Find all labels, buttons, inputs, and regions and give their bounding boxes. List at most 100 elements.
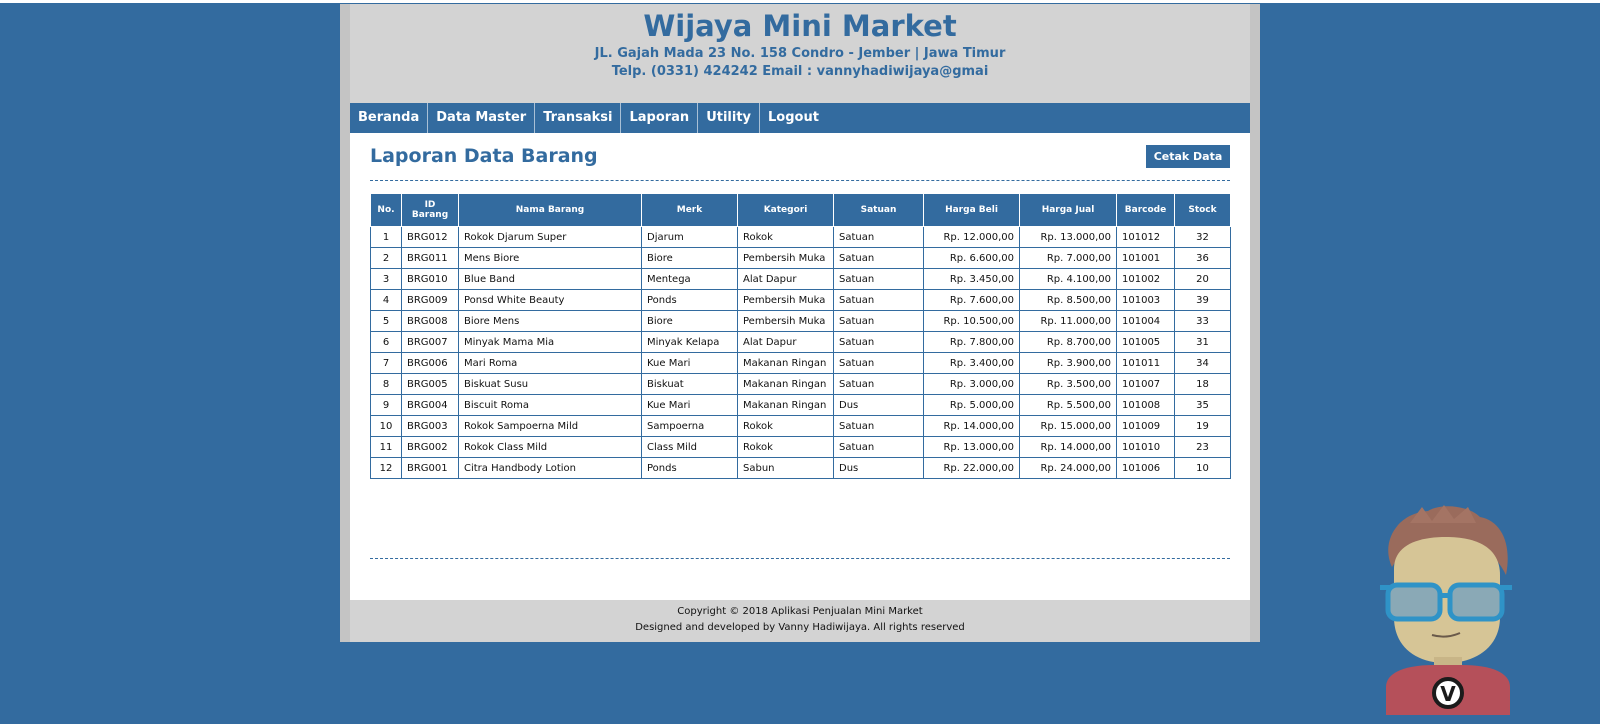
- site-contact: Telp. (0331) 424242 Email : vannyhadiwij…: [611, 64, 989, 79]
- cell-stock: 23: [1174, 436, 1231, 458]
- cell-kategori: Pembersih Muka: [737, 289, 834, 311]
- print-button[interactable]: Cetak Data: [1146, 145, 1230, 168]
- cell-satuan: Satuan: [833, 415, 924, 437]
- items-table: No. ID Barang Nama Barang Merk Kategori …: [370, 193, 1231, 479]
- cell-satuan: Satuan: [833, 331, 924, 353]
- cell-harga-beli: Rp. 3.400,00: [923, 352, 1020, 374]
- divider-bottom: [370, 558, 1230, 559]
- page-wrapper: Wijaya Mini Market JL. Gajah Mada 23 No.…: [340, 4, 1260, 642]
- table-row: 11 BRG002 Rokok Class Mild Class Mild Rokok S…: [370, 436, 1231, 458]
- cell-nama-barang: Citra Handbody Lotion: [458, 457, 642, 479]
- table-row: 5 BRG008 Biore Mens Biore Pembersih Muka Satu…: [370, 310, 1231, 332]
- cell-barcode: 101009: [1116, 415, 1175, 437]
- cell-merk: Biore: [641, 247, 738, 269]
- cell-id-barang: BRG012: [401, 226, 459, 248]
- cell-stock: 34: [1174, 352, 1231, 374]
- page-container: Wijaya Mini Market JL. Gajah Mada 23 No.…: [350, 4, 1250, 642]
- site-address: JL. Gajah Mada 23 No. 158 Condro - Jembe…: [594, 46, 1006, 61]
- cell-harga-beli: Rp. 10.500,00: [923, 310, 1020, 332]
- cell-nama-barang: Biore Mens: [458, 310, 642, 332]
- top-strip: [0, 0, 1600, 3]
- cell-nama-barang: Biskuat Susu: [458, 373, 642, 395]
- cell-kategori: Makanan Ringan: [737, 394, 834, 416]
- cell-harga-beli: Rp. 5.000,00: [923, 394, 1020, 416]
- mascot-avatar: V: [1380, 505, 1512, 715]
- table-body: 1 BRG012 Rokok Djarum Super Djarum Rokok Satu…: [370, 226, 1231, 479]
- mascot-badge-letter: V: [1440, 682, 1456, 706]
- divider-top: [370, 180, 1230, 181]
- cell-no: 1: [370, 226, 402, 248]
- cell-harga-beli: Rp. 7.600,00: [923, 289, 1020, 311]
- footer-credits: Designed and developed by Vanny Hadiwija…: [635, 622, 965, 633]
- nav-data-master[interactable]: Data Master: [428, 103, 536, 133]
- cell-harga-beli: Rp. 3.000,00: [923, 373, 1020, 395]
- cell-barcode: 101006: [1116, 457, 1175, 479]
- cell-barcode: 101008: [1116, 394, 1175, 416]
- cell-satuan: Satuan: [833, 310, 924, 332]
- cell-stock: 32: [1174, 226, 1231, 248]
- cell-id-barang: BRG006: [401, 352, 459, 374]
- col-header-satuan: Satuan: [833, 193, 924, 227]
- cell-kategori: Sabun: [737, 457, 834, 479]
- nav-transaksi[interactable]: Transaksi: [535, 103, 622, 133]
- col-header-harga-jual: Harga Jual: [1019, 193, 1117, 227]
- cell-nama-barang: Rokok Sampoerna Mild: [458, 415, 642, 437]
- cell-barcode: 101012: [1116, 226, 1175, 248]
- cell-merk: Biskuat: [641, 373, 738, 395]
- cell-id-barang: BRG011: [401, 247, 459, 269]
- col-header-harga-beli: Harga Beli: [923, 193, 1020, 227]
- cell-kategori: Rokok: [737, 436, 834, 458]
- col-header-id-barang: ID Barang: [401, 193, 459, 227]
- cell-barcode: 101005: [1116, 331, 1175, 353]
- cell-harga-jual: Rp. 11.000,00: [1019, 310, 1117, 332]
- cell-barcode: 101003: [1116, 289, 1175, 311]
- cell-harga-beli: Rp. 3.450,00: [923, 268, 1020, 290]
- cell-no: 9: [370, 394, 402, 416]
- cell-merk: Kue Mari: [641, 352, 738, 374]
- cell-kategori: Makanan Ringan: [737, 352, 834, 374]
- cell-merk: Minyak Kelapa: [641, 331, 738, 353]
- col-header-stock: Stock: [1174, 193, 1231, 227]
- cell-no: 11: [370, 436, 402, 458]
- cell-no: 6: [370, 331, 402, 353]
- cell-kategori: Pembersih Muka: [737, 310, 834, 332]
- cell-kategori: Rokok: [737, 415, 834, 437]
- cell-nama-barang: Mens Biore: [458, 247, 642, 269]
- nav-utility[interactable]: Utility: [698, 103, 761, 133]
- cell-id-barang: BRG002: [401, 436, 459, 458]
- table-row: 7 BRG006 Mari Roma Kue Mari Makanan Ringan Sa…: [370, 352, 1231, 374]
- nav-beranda[interactable]: Beranda: [350, 103, 429, 133]
- cell-merk: Ponds: [641, 289, 738, 311]
- nav-laporan[interactable]: Laporan: [621, 103, 699, 133]
- cell-kategori: Alat Dapur: [737, 331, 834, 353]
- cell-harga-jual: Rp. 4.100,00: [1019, 268, 1117, 290]
- table-row: 8 BRG005 Biskuat Susu Biskuat Makanan Ringan…: [370, 373, 1231, 395]
- site-header: Wijaya Mini Market JL. Gajah Mada 23 No.…: [350, 4, 1250, 103]
- cell-satuan: Satuan: [833, 373, 924, 395]
- table-row: 4 BRG009 Ponsd White Beauty Ponds Pembersih …: [370, 289, 1231, 311]
- cell-stock: 33: [1174, 310, 1231, 332]
- cell-merk: Sampoerna: [641, 415, 738, 437]
- cell-kategori: Makanan Ringan: [737, 373, 834, 395]
- cell-harga-jual: Rp. 13.000,00: [1019, 226, 1117, 248]
- cell-barcode: 101002: [1116, 268, 1175, 290]
- cell-nama-barang: Mari Roma: [458, 352, 642, 374]
- cell-harga-jual: Rp. 24.000,00: [1019, 457, 1117, 479]
- cell-stock: 31: [1174, 331, 1231, 353]
- table-row: 9 BRG004 Biscuit Roma Kue Mari Makanan Ringa…: [370, 394, 1231, 416]
- cell-nama-barang: Minyak Mama Mia: [458, 331, 642, 353]
- nav-logout[interactable]: Logout: [760, 103, 827, 133]
- cell-harga-jual: Rp. 7.000,00: [1019, 247, 1117, 269]
- cell-merk: Djarum: [641, 226, 738, 248]
- cell-stock: 36: [1174, 247, 1231, 269]
- cell-stock: 18: [1174, 373, 1231, 395]
- cell-no: 4: [370, 289, 402, 311]
- cell-merk: Mentega: [641, 268, 738, 290]
- cell-stock: 10: [1174, 457, 1231, 479]
- cell-satuan: Satuan: [833, 289, 924, 311]
- cell-harga-jual: Rp. 14.000,00: [1019, 436, 1117, 458]
- cell-harga-jual: Rp. 3.500,00: [1019, 373, 1117, 395]
- col-header-merk: Merk: [641, 193, 738, 227]
- cell-satuan: Satuan: [833, 268, 924, 290]
- cell-harga-jual: Rp. 15.000,00: [1019, 415, 1117, 437]
